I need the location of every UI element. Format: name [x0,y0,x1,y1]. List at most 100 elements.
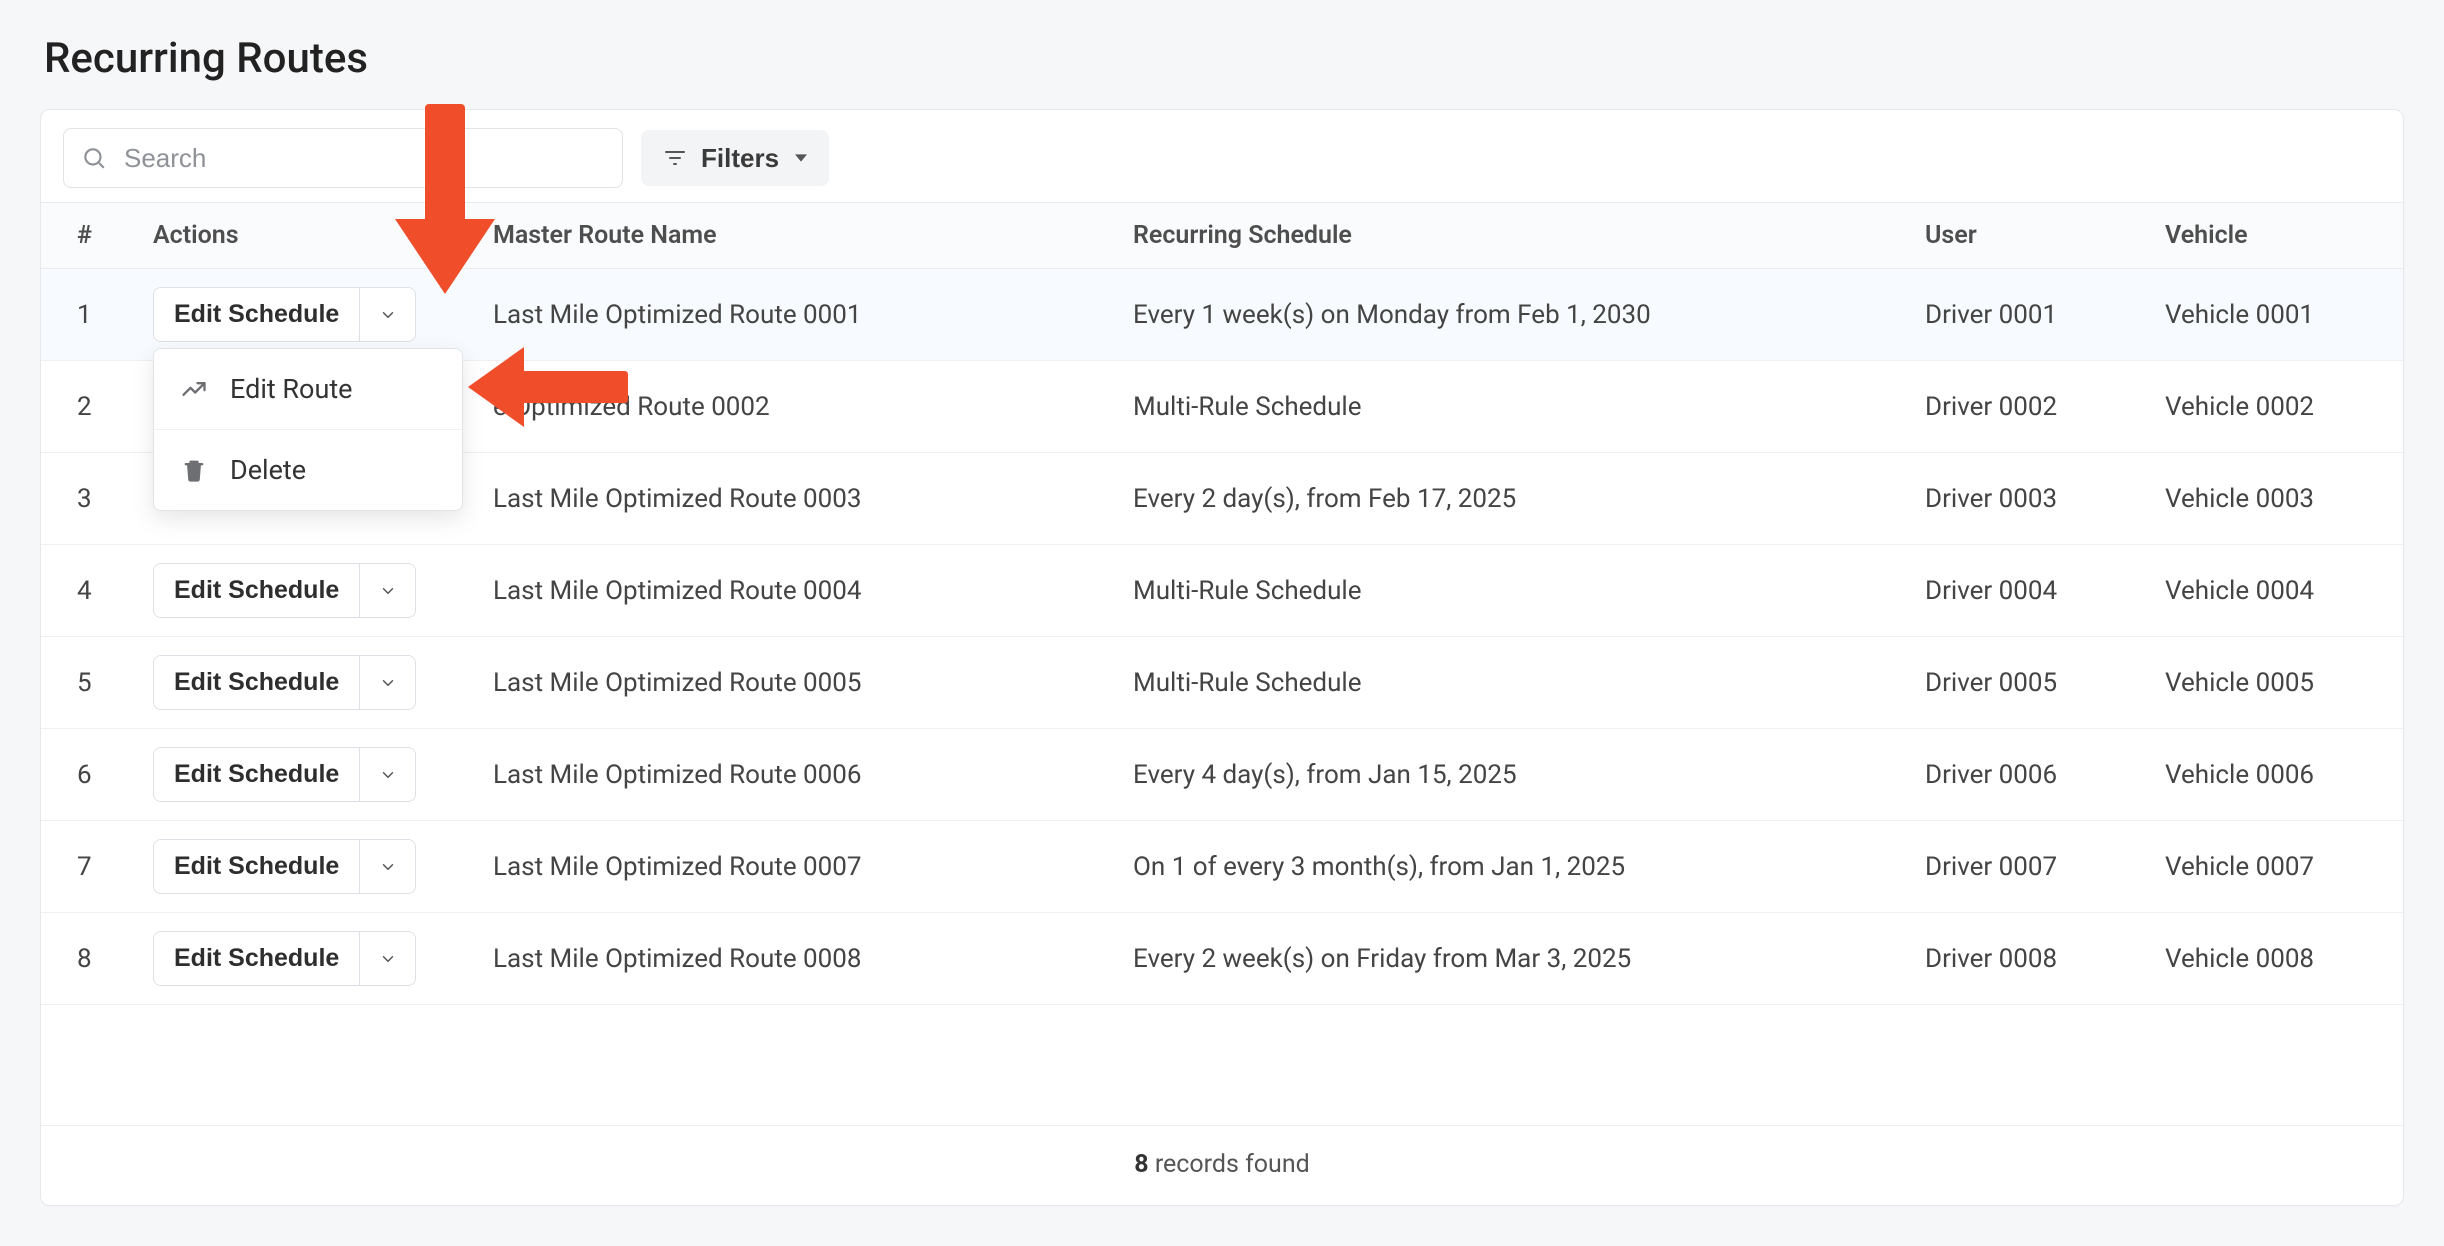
menu-item-label: Edit Route [230,373,353,405]
user: Driver 0008 [1903,913,2143,1005]
table-row: 6 Edit Schedule Last Mile Optimized Route … [41,729,2403,821]
recurring-schedule: Every 2 day(s), from Feb 17, 2025 [1111,453,1903,545]
table-row: 4 Edit Schedule Last Mile Optimized Route … [41,545,2403,637]
column-header-vehicle[interactable]: Vehicle [2143,203,2403,269]
search-input[interactable] [63,128,623,188]
records-label: records found [1155,1150,1310,1179]
chevron-down-icon [379,582,397,600]
route-icon [180,375,208,403]
vehicle: Vehicle 0006 [2143,729,2403,821]
table-row: 1Edit ScheduleEdit RouteDeleteLast Mile … [41,269,2403,361]
actions-dropdown-toggle[interactable] [359,840,415,893]
menu-item-label: Delete [230,454,306,486]
records-count: 8 [1134,1150,1148,1179]
row-actions-cell: Edit Schedule [131,913,471,1005]
route-name: Last Mile Optimized Route 0004 [471,545,1111,637]
actions-dropdown-toggle[interactable] [359,656,415,709]
column-header-user[interactable]: User [1903,203,2143,269]
vehicle: Vehicle 0002 [2143,361,2403,453]
actions-dropdown-toggle[interactable] [359,288,415,341]
column-header-name[interactable]: Master Route Name [471,203,1111,269]
edit-schedule-split-button: Edit Schedule [153,839,416,894]
vehicle: Vehicle 0008 [2143,913,2403,1005]
vehicle: Vehicle 0007 [2143,821,2403,913]
route-name: Last Mile Optimized Route 0005 [471,637,1111,729]
column-header-num[interactable]: # [41,203,131,269]
row-number: 5 [41,637,131,729]
menu-item-edit-route[interactable]: Edit Route [154,349,462,430]
edit-schedule-button[interactable]: Edit Schedule [154,656,359,709]
route-name: Last Mile Optimized Route 0006 [471,729,1111,821]
actions-dropdown-toggle[interactable] [359,564,415,617]
user: Driver 0007 [1903,821,2143,913]
edit-schedule-split-button: Edit Schedule [153,563,416,618]
route-name: Last Mile Optimized Route 0003 [471,453,1111,545]
caret-down-icon [795,152,807,164]
row-number: 1 [41,269,131,361]
row-actions-cell: Edit ScheduleEdit RouteDelete [131,269,471,361]
row-actions-cell: Edit Schedule [131,637,471,729]
table-row: 7Edit ScheduleLast Mile Optimized Route … [41,821,2403,913]
chevron-down-icon [379,858,397,876]
edit-schedule-button[interactable]: Edit Schedule [154,564,359,617]
routes-table: # Actions Master Route Name Recurring Sc… [41,202,2403,1005]
page-title: Recurring Routes [44,34,2404,83]
row-number: 7 [41,821,131,913]
vehicle: Vehicle 0004 [2143,545,2403,637]
vehicle: Vehicle 0005 [2143,637,2403,729]
user: Driver 0004 [1903,545,2143,637]
actions-dropdown-menu: Edit Route Delete [153,348,463,511]
edit-schedule-split-button: Edit Schedule [153,287,416,342]
table-row: 5 Edit Schedule Last Mile Optimized Route … [41,637,2403,729]
recurring-schedule: Every 1 week(s) on Monday from Feb 1, 20… [1111,269,1903,361]
row-number: 6 [41,729,131,821]
recurring-schedule: Multi-Rule Schedule [1111,361,1903,453]
toolbar: Filters [41,110,2403,202]
recurring-schedule: Multi-Rule Schedule [1111,637,1903,729]
route-name: Last Mile Optimized Route 0008 [471,913,1111,1005]
vehicle: Vehicle 0001 [2143,269,2403,361]
row-number: 4 [41,545,131,637]
user: Driver 0005 [1903,637,2143,729]
card: Filters # Actions Master Route Name Recu… [40,109,2404,1206]
chevron-down-icon [379,766,397,784]
filters-button-label: Filters [701,143,779,174]
edit-schedule-split-button: Edit Schedule [153,655,416,710]
actions-dropdown-toggle[interactable] [359,748,415,801]
chevron-down-icon [379,674,397,692]
row-actions-cell: Edit Schedule [131,729,471,821]
records-footer: 8 records found [41,1125,2403,1205]
vehicle: Vehicle 0003 [2143,453,2403,545]
filter-icon [663,146,687,170]
chevron-down-icon [379,306,397,324]
trash-icon [180,456,208,484]
recurring-schedule: Multi-Rule Schedule [1111,545,1903,637]
row-actions-cell: Edit Schedule [131,545,471,637]
actions-dropdown-toggle[interactable] [359,932,415,985]
edit-schedule-button[interactable]: Edit Schedule [154,932,359,985]
row-number: 2 [41,361,131,453]
edit-schedule-split-button: Edit Schedule [153,931,416,986]
edit-schedule-button[interactable]: Edit Schedule [154,840,359,893]
recurring-schedule: Every 2 week(s) on Friday from Mar 3, 20… [1111,913,1903,1005]
row-number: 8 [41,913,131,1005]
edit-schedule-button[interactable]: Edit Schedule [154,748,359,801]
recurring-schedule: Every 4 day(s), from Jan 15, 2025 [1111,729,1903,821]
table-row: 8 Edit Schedule Last Mile Optimized Route … [41,913,2403,1005]
chevron-down-icon [379,950,397,968]
user: Driver 0006 [1903,729,2143,821]
edit-schedule-split-button: Edit Schedule [153,747,416,802]
menu-item-delete[interactable]: Delete [154,430,462,510]
column-header-actions[interactable]: Actions [131,203,471,269]
column-header-schedule[interactable]: Recurring Schedule [1111,203,1903,269]
user: Driver 0001 [1903,269,2143,361]
search-group [63,128,623,188]
row-number: 3 [41,453,131,545]
route-name: Last Mile Optimized Route 0001 [471,269,1111,361]
user: Driver 0003 [1903,453,2143,545]
filters-button[interactable]: Filters [641,130,829,186]
user: Driver 0002 [1903,361,2143,453]
recurring-schedule: On 1 of every 3 month(s), from Jan 1, 20… [1111,821,1903,913]
route-name: e Optimized Route 0002 [471,361,1111,453]
edit-schedule-button[interactable]: Edit Schedule [154,288,359,341]
